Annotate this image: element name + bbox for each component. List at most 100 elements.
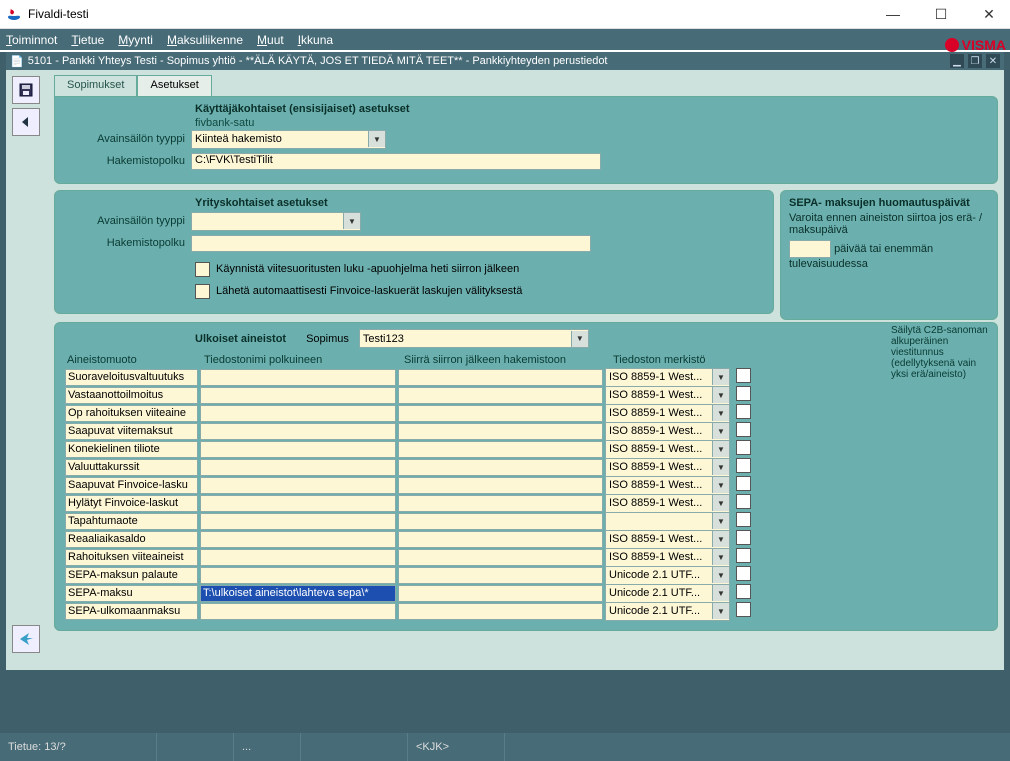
cell-aineisto[interactable]: Reaaliaikasaldo bbox=[65, 531, 198, 548]
sopimus-select[interactable]: Testi123 ▼ bbox=[359, 329, 589, 348]
user-path-input[interactable]: C:\FVK\TestiTilit bbox=[191, 153, 601, 170]
encoding-select[interactable]: ISO 8859-1 West...▼ bbox=[605, 494, 730, 513]
cell-filepath[interactable] bbox=[200, 459, 396, 476]
cell-filepath[interactable] bbox=[200, 369, 396, 386]
menu-ikkuna[interactable]: Ikkuna bbox=[298, 33, 333, 47]
cell-move-dir[interactable] bbox=[398, 405, 603, 422]
cell-aineisto[interactable]: Op rahoituksen viiteaine bbox=[65, 405, 198, 422]
cell-encoding: ISO 8859-1 West...▼ bbox=[605, 458, 730, 477]
preserve-checkbox[interactable] bbox=[736, 404, 751, 419]
encoding-select[interactable]: ISO 8859-1 West...▼ bbox=[605, 458, 730, 477]
cell-move-dir[interactable] bbox=[398, 549, 603, 566]
close-button[interactable]: ✕ bbox=[974, 6, 1004, 23]
cell-aineisto[interactable]: Hylätyt Finvoice-laskut bbox=[65, 495, 198, 512]
cell-filepath[interactable]: T:\ulkoiset aineistot\lahteva sepa\* bbox=[200, 585, 396, 602]
company-type-select[interactable]: ▼ bbox=[191, 212, 361, 231]
cell-filepath[interactable] bbox=[200, 441, 396, 458]
cell-aineisto[interactable]: Konekielinen tiliote bbox=[65, 441, 198, 458]
mdi-minimize-button[interactable]: ▁ bbox=[950, 54, 964, 68]
maximize-button[interactable]: ☐ bbox=[926, 6, 956, 23]
tab-sopimukset[interactable]: Sopimukset bbox=[54, 75, 137, 97]
encoding-select[interactable]: ISO 8859-1 West...▼ bbox=[605, 530, 730, 549]
cell-move-dir[interactable] bbox=[398, 603, 603, 620]
nav-tool-button[interactable] bbox=[12, 625, 40, 653]
status-bar: Tietue: 13/? ... <KJK> bbox=[0, 733, 1010, 761]
mdi-close-button[interactable]: ✕ bbox=[986, 54, 1000, 68]
encoding-select[interactable]: Unicode 2.1 UTF...▼ bbox=[605, 566, 730, 585]
preserve-checkbox[interactable] bbox=[736, 602, 751, 617]
cell-move-dir[interactable] bbox=[398, 585, 603, 602]
cell-aineisto[interactable]: Saapuvat Finvoice-lasku bbox=[65, 477, 198, 494]
encoding-select[interactable]: ISO 8859-1 West...▼ bbox=[605, 368, 730, 387]
cell-move-dir[interactable] bbox=[398, 423, 603, 440]
cell-move-dir[interactable] bbox=[398, 531, 603, 548]
preserve-checkbox[interactable] bbox=[736, 548, 751, 563]
cell-move-dir[interactable] bbox=[398, 387, 603, 404]
encoding-select[interactable]: ISO 8859-1 West...▼ bbox=[605, 548, 730, 567]
menu-maksuliikenne[interactable]: Maksuliikenne bbox=[167, 33, 243, 47]
encoding-select[interactable]: ISO 8859-1 West...▼ bbox=[605, 404, 730, 423]
preserve-checkbox[interactable] bbox=[736, 584, 751, 599]
cell-filepath[interactable] bbox=[200, 405, 396, 422]
menu-muut[interactable]: Muut bbox=[257, 33, 284, 47]
cell-filepath[interactable] bbox=[200, 423, 396, 440]
preserve-checkbox[interactable] bbox=[736, 440, 751, 455]
preserve-checkbox[interactable] bbox=[736, 512, 751, 527]
preserve-checkbox[interactable] bbox=[736, 530, 751, 545]
sepa-days-input[interactable] bbox=[789, 240, 831, 258]
mdi-restore-button[interactable]: ❐ bbox=[968, 54, 982, 68]
table-row: Konekielinen tiliote ISO 8859-1 West...▼ bbox=[65, 440, 887, 458]
cell-filepath[interactable] bbox=[200, 387, 396, 404]
cell-filepath[interactable] bbox=[200, 495, 396, 512]
cell-move-dir[interactable] bbox=[398, 441, 603, 458]
cell-move-dir[interactable] bbox=[398, 495, 603, 512]
cell-aineisto[interactable]: SEPA-maksu bbox=[65, 585, 198, 602]
encoding-select[interactable]: ISO 8859-1 West...▼ bbox=[605, 386, 730, 405]
preserve-checkbox[interactable] bbox=[736, 458, 751, 473]
cell-aineisto[interactable]: Rahoituksen viiteaineist bbox=[65, 549, 198, 566]
cell-filepath[interactable] bbox=[200, 549, 396, 566]
cell-filepath[interactable] bbox=[200, 513, 396, 530]
cb-finvoice[interactable] bbox=[195, 284, 210, 299]
encoding-value: Unicode 2.1 UTF... bbox=[609, 569, 700, 581]
cb-viitesuoritus[interactable] bbox=[195, 262, 210, 277]
company-path-input[interactable] bbox=[191, 235, 591, 252]
cell-filepath[interactable] bbox=[200, 477, 396, 494]
cell-aineisto[interactable]: SEPA-maksun palaute bbox=[65, 567, 198, 584]
back-button[interactable] bbox=[12, 108, 40, 136]
encoding-select[interactable]: ▼ bbox=[605, 512, 730, 531]
menu-myynti[interactable]: Myynti bbox=[118, 33, 153, 47]
cell-filepath[interactable] bbox=[200, 531, 396, 548]
menu-tietue[interactable]: Tietue bbox=[71, 33, 104, 47]
encoding-select[interactable]: Unicode 2.1 UTF...▼ bbox=[605, 602, 730, 621]
cell-aineisto[interactable]: Suoraveloitusvaltuutuks bbox=[65, 369, 198, 386]
cell-filepath[interactable] bbox=[200, 567, 396, 584]
preserve-checkbox[interactable] bbox=[736, 422, 751, 437]
encoding-select[interactable]: ISO 8859-1 West...▼ bbox=[605, 440, 730, 459]
save-button[interactable] bbox=[12, 76, 40, 104]
cell-aineisto[interactable]: SEPA-ulkomaanmaksu bbox=[65, 603, 198, 620]
preserve-checkbox[interactable] bbox=[736, 494, 751, 509]
cell-filepath[interactable] bbox=[200, 603, 396, 620]
cell-move-dir[interactable] bbox=[398, 369, 603, 386]
cell-aineisto[interactable]: Saapuvat viitemaksut bbox=[65, 423, 198, 440]
encoding-select[interactable]: ISO 8859-1 West...▼ bbox=[605, 476, 730, 495]
cell-move-dir[interactable] bbox=[398, 567, 603, 584]
cell-aineisto[interactable]: Valuuttakurssit bbox=[65, 459, 198, 476]
cell-aineisto[interactable]: Vastaanottoilmoitus bbox=[65, 387, 198, 404]
preserve-checkbox[interactable] bbox=[736, 566, 751, 581]
cell-aineisto[interactable]: Tapahtumaote bbox=[65, 513, 198, 530]
menu-toiminnot[interactable]: Toiminnot bbox=[6, 33, 57, 47]
minimize-button[interactable]: — bbox=[878, 6, 908, 23]
encoding-select[interactable]: ISO 8859-1 West...▼ bbox=[605, 422, 730, 441]
cell-move-dir[interactable] bbox=[398, 513, 603, 530]
cell-move-dir[interactable] bbox=[398, 477, 603, 494]
cell-encoding: ISO 8859-1 West...▼ bbox=[605, 422, 730, 441]
cell-move-dir[interactable] bbox=[398, 459, 603, 476]
preserve-checkbox[interactable] bbox=[736, 386, 751, 401]
user-type-select[interactable]: Kiinteä hakemisto ▼ bbox=[191, 130, 386, 149]
encoding-select[interactable]: Unicode 2.1 UTF...▼ bbox=[605, 584, 730, 603]
preserve-checkbox[interactable] bbox=[736, 476, 751, 491]
tab-asetukset[interactable]: Asetukset bbox=[137, 75, 211, 97]
preserve-checkbox[interactable] bbox=[736, 368, 751, 383]
